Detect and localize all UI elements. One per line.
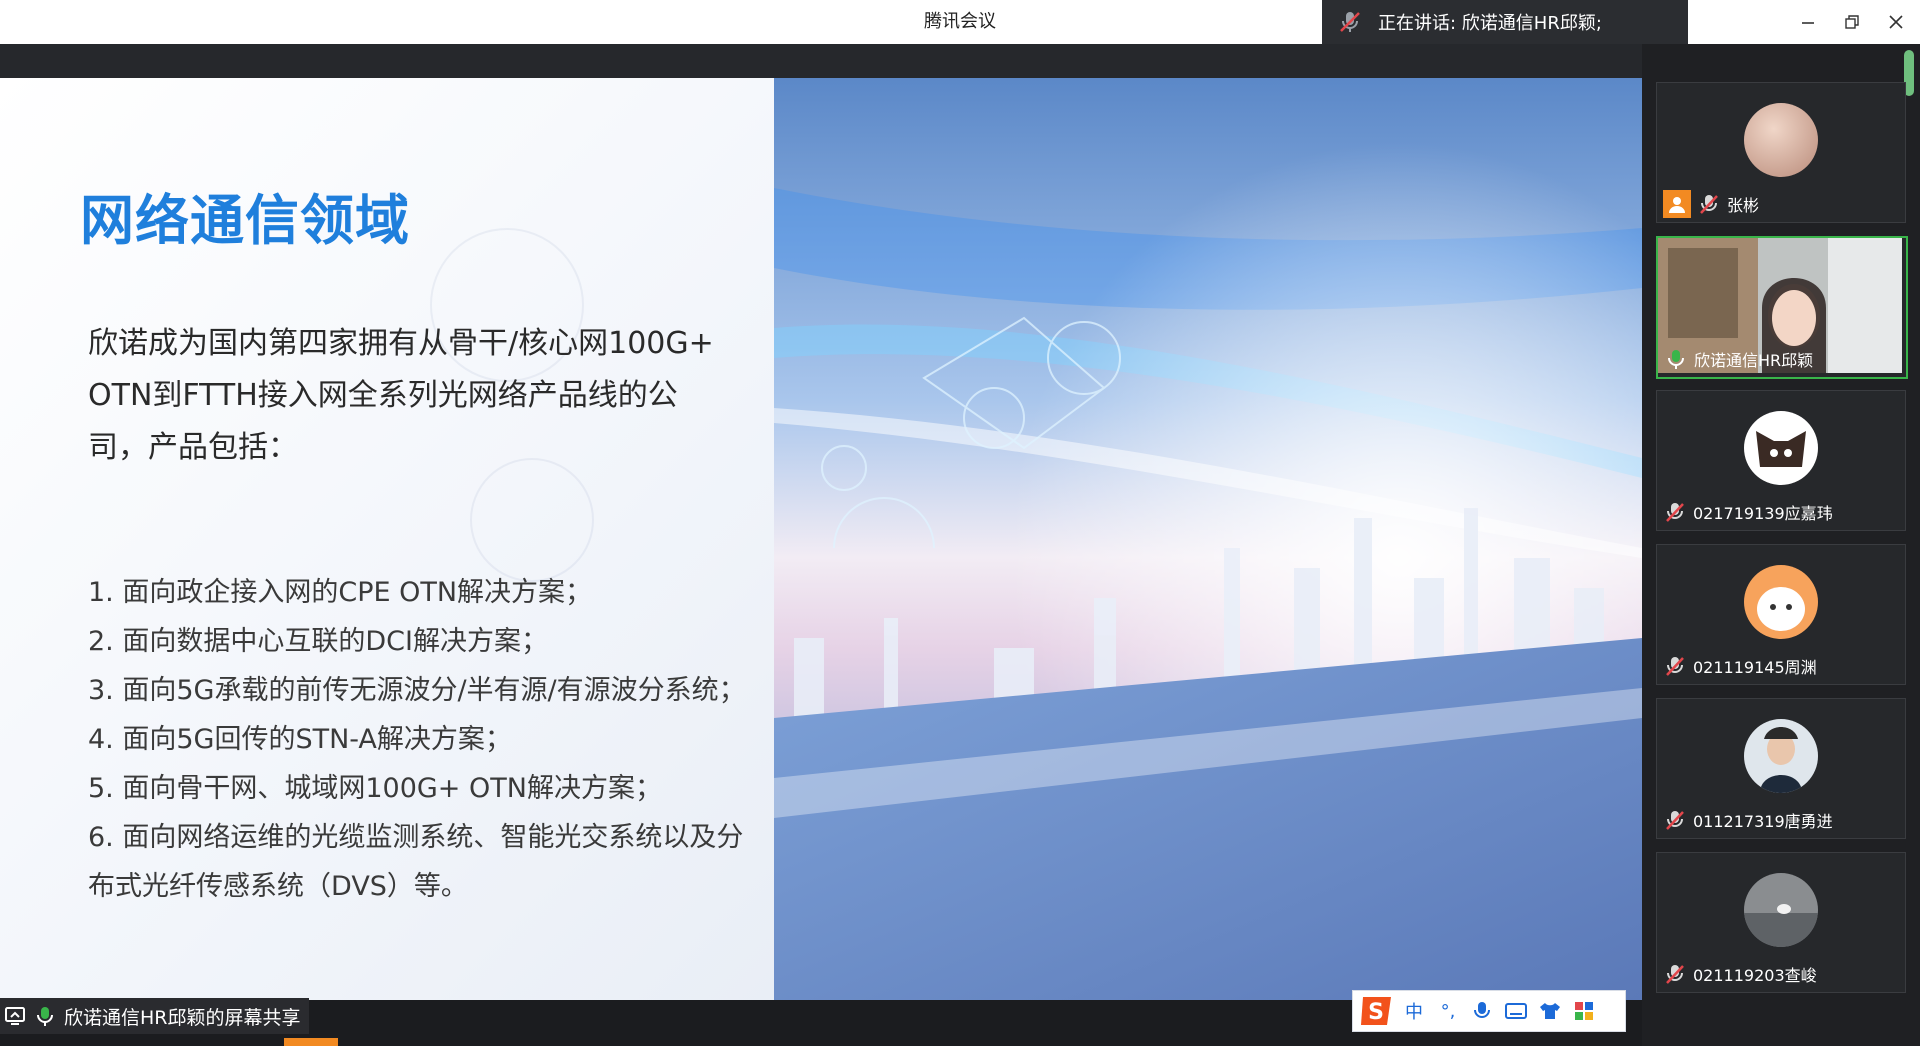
grid-apps-icon	[1575, 1002, 1593, 1020]
participant-name: 011217319唐勇进	[1693, 812, 1833, 831]
mic-muted-icon	[1666, 657, 1684, 676]
participant-namebar: 011217319唐勇进	[1663, 806, 1833, 834]
speaking-indicator[interactable]: 正在讲话: 欣诺通信HR邱颖;	[1322, 0, 1688, 44]
title-bar: 腾讯会议 正在讲话: 欣诺通信HR邱颖;	[0, 0, 1920, 44]
close-icon	[1889, 15, 1903, 29]
participant-name: 欣诺通信HR邱颖	[1694, 351, 1814, 370]
slide-items: 1. 面向政企接入网的CPE OTN解决方案； 2. 面向数据中心互联的DCI解…	[88, 568, 768, 911]
participant-namebar: 021119145周渊	[1663, 652, 1817, 680]
slide-item: 1. 面向政企接入网的CPE OTN解决方案；	[88, 577, 593, 608]
avatar	[1744, 103, 1818, 177]
avatar	[1744, 411, 1818, 485]
avatar	[1744, 719, 1818, 793]
participant-namebar: 021719139应嘉玮	[1663, 498, 1833, 526]
participant-namebar: 欣诺通信HR邱颖	[1664, 345, 1813, 373]
mic-active-icon	[37, 1007, 53, 1026]
screen-share-label[interactable]: 欣诺通信HR邱颖的屏幕共享	[0, 998, 309, 1034]
keyboard-icon	[1505, 1003, 1527, 1019]
meeting-toolbar-strip	[0, 44, 1642, 78]
ime-language-toggle[interactable]: 中	[1397, 996, 1431, 1026]
slide-item: 6. 面向网络运维的光缆监测系统、智能光交系统以及分布式光纤传感系统（DVS）等…	[88, 822, 744, 902]
decor-circle	[470, 458, 594, 582]
slide-title: 网络通信领域	[80, 189, 410, 252]
ime-skin-button[interactable]	[1533, 996, 1567, 1026]
restore-button[interactable]	[1830, 0, 1874, 44]
participant-name: 021719139应嘉玮	[1693, 504, 1833, 523]
speaking-text: 正在讲话: 欣诺通信HR邱颖;	[1378, 13, 1602, 34]
slide-item: 3. 面向5G承载的前传无源波分/半有源/有源波分系统；	[88, 675, 746, 706]
microphone-icon	[1474, 1002, 1490, 1018]
slide-item: 5. 面向骨干网、城域网100G+ OTN解决方案；	[88, 773, 662, 804]
slide-city-image	[774, 78, 1642, 1000]
ime-keyboard-button[interactable]	[1499, 996, 1533, 1026]
tshirt-icon	[1540, 1003, 1560, 1019]
mic-muted-icon	[1700, 195, 1718, 214]
slide-item: 4. 面向5G回传的STN-A解决方案；	[88, 724, 512, 755]
slide-item: 2. 面向数据中心互联的DCI解决方案；	[88, 626, 548, 657]
participant-tile[interactable]: 011217319唐勇进	[1656, 698, 1906, 839]
mic-muted-icon	[1666, 503, 1684, 522]
avatar	[1744, 565, 1818, 639]
participant-tile-active[interactable]: 欣诺通信HR邱颖	[1656, 236, 1908, 379]
close-button[interactable]	[1874, 0, 1918, 44]
minimize-button[interactable]	[1786, 0, 1830, 44]
slide-intro: 欣诺成为国内第四家拥有从骨干/核心网100G+ OTN到FTTH接入网全系列光网…	[88, 326, 714, 465]
sogou-logo-icon: S	[1361, 997, 1391, 1025]
shared-screen: 网络通信领域 欣诺成为国内第四家拥有从骨干/核心网100G+ OTN到FTTH接…	[0, 78, 1642, 1000]
slide-text-area: 网络通信领域 欣诺成为国内第四家拥有从骨干/核心网100G+ OTN到FTTH接…	[0, 78, 774, 1000]
ime-punctuation-toggle[interactable]: °,	[1431, 996, 1465, 1026]
participant-namebar: 张彬	[1663, 190, 1759, 218]
screen-share-icon	[5, 1007, 25, 1025]
avatar	[1744, 873, 1818, 947]
participant-name: 021119145周渊	[1693, 658, 1817, 677]
ime-toolbar[interactable]: S 中 °,	[1352, 990, 1626, 1032]
mic-muted-icon	[1666, 811, 1684, 830]
ime-toolbox-button[interactable]	[1567, 996, 1601, 1026]
participant-name: 021119203查峻	[1693, 966, 1817, 985]
participant-tile[interactable]: 张彬	[1656, 82, 1906, 223]
svg-text:S: S	[1368, 1000, 1384, 1025]
participant-tile[interactable]: 021119203查峻	[1656, 852, 1906, 993]
mic-muted-icon	[1340, 12, 1360, 32]
participant-namebar: 021119203查峻	[1663, 960, 1817, 988]
screen-share-text: 欣诺通信HR邱颖的屏幕共享	[64, 1006, 301, 1029]
participant-tile[interactable]: 021719139应嘉玮	[1656, 390, 1906, 531]
ime-voice-button[interactable]	[1465, 996, 1499, 1026]
minimize-icon	[1802, 22, 1814, 24]
taskbar-indicator	[284, 1038, 338, 1046]
mic-active-icon	[1668, 350, 1684, 369]
host-icon	[1663, 190, 1691, 218]
participant-tile[interactable]: 021119145周渊	[1656, 544, 1906, 685]
participant-name: 张彬	[1727, 196, 1760, 215]
mic-muted-icon	[1666, 965, 1684, 984]
restore-icon	[1845, 15, 1859, 29]
